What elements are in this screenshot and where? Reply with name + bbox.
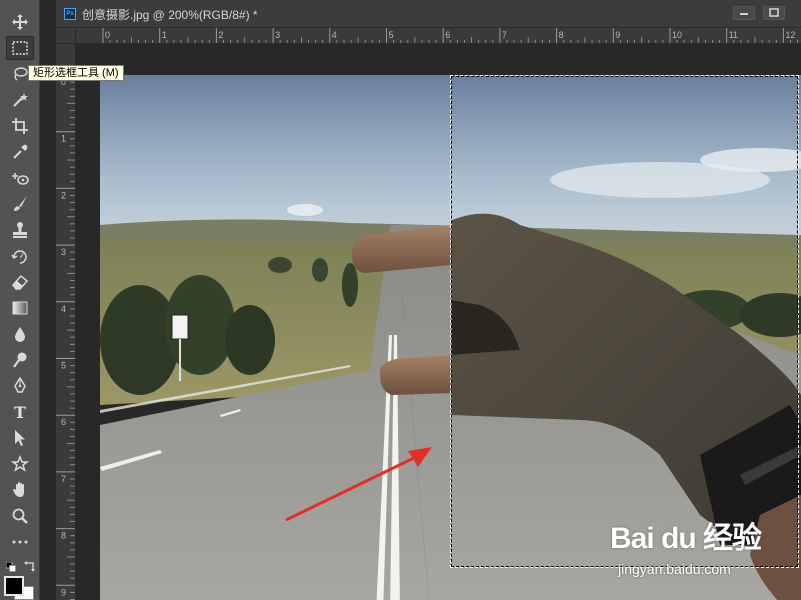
minimize-icon xyxy=(740,13,748,15)
type-icon: T xyxy=(14,402,26,422)
document-tab-bar: Ps 创意摄影.jpg @ 200%(RGB/8#) * xyxy=(56,0,801,28)
ruler-label: 12 xyxy=(785,30,795,40)
tool-tooltip: 矩形选框工具 (M) xyxy=(28,65,124,81)
lasso-icon xyxy=(14,67,28,81)
gradient-icon xyxy=(12,301,28,315)
ruler-label: 10 xyxy=(672,30,682,40)
ruler-label: 9 xyxy=(61,587,66,597)
watermark-logo: Bai du 经验 xyxy=(610,522,762,555)
magic-wand-icon xyxy=(13,93,28,107)
ruler-label: 3 xyxy=(61,247,66,257)
hand-tool[interactable] xyxy=(6,478,34,502)
crop-tool[interactable] xyxy=(6,114,34,138)
ruler-ticks-left: 0123456789 xyxy=(56,74,75,600)
zoom-icon xyxy=(12,508,28,524)
hand-icon xyxy=(13,482,24,497)
photoshop-window: T 矩形选框工具 (M) Ps 创意摄影.jpg @ 200%(RGB/8#) xyxy=(0,0,801,600)
blur-tool[interactable] xyxy=(6,322,34,346)
ruler-label: 7 xyxy=(61,474,66,484)
custom-shape-tool[interactable] xyxy=(6,452,34,476)
eyedropper-tool[interactable] xyxy=(6,140,34,164)
crop-icon xyxy=(12,118,28,134)
ruler-label: 9 xyxy=(615,30,620,40)
clone-stamp-tool[interactable] xyxy=(6,218,34,242)
gradient-tool[interactable] xyxy=(6,296,34,320)
marquee-icon xyxy=(12,41,28,55)
ruler-label: 6 xyxy=(61,417,66,427)
ruler-label: 6 xyxy=(445,30,450,40)
eyedropper-icon xyxy=(13,144,28,159)
ruler-ticks-top: 0 1 2 3 4 5 6 7 8 9 10 11 12 xyxy=(102,28,799,43)
minimize-button[interactable] xyxy=(733,6,755,20)
eraser-tool[interactable] xyxy=(6,270,34,294)
horizontal-ruler[interactable]: 0 1 2 3 4 5 6 7 8 9 10 11 12 xyxy=(76,28,801,44)
move-tool[interactable] xyxy=(6,10,34,34)
foreground-color-swatch[interactable] xyxy=(4,576,24,596)
ruler-label: 0 xyxy=(105,30,110,40)
ruler-label: 1 xyxy=(61,134,66,144)
shape-icon xyxy=(11,455,29,472)
pen-icon xyxy=(14,377,26,393)
stamp-icon xyxy=(13,222,27,238)
dodge-tool[interactable] xyxy=(6,348,34,372)
color-swatches xyxy=(2,560,38,600)
history-brush-icon xyxy=(11,250,27,264)
maximize-icon xyxy=(769,8,779,17)
magic-wand-tool[interactable] xyxy=(6,88,34,112)
tools-panel: T xyxy=(0,0,40,600)
default-colors-icon[interactable] xyxy=(6,562,16,572)
baidu-jingyan-watermark: Bai du 经验 jingyan.baidu.com xyxy=(610,515,800,585)
move-icon xyxy=(12,14,28,30)
eraser-icon xyxy=(12,274,29,290)
ruler-label: 3 xyxy=(275,30,280,40)
ruler-label: 8 xyxy=(61,531,66,541)
type-tool[interactable]: T xyxy=(6,400,34,424)
healing-brush-tool[interactable] xyxy=(6,166,34,190)
ruler-label: 7 xyxy=(502,30,507,40)
ruler-label: 8 xyxy=(559,30,564,40)
ruler-origin[interactable] xyxy=(56,28,76,44)
ruler-label: 4 xyxy=(61,304,66,314)
ruler-label: 1 xyxy=(162,30,167,40)
watermark-url: jingyan.baidu.com xyxy=(618,561,731,577)
zoom-tool[interactable] xyxy=(6,504,34,528)
ruler-label: 2 xyxy=(218,30,223,40)
ruler-label: 11 xyxy=(729,30,738,40)
ellipsis-icon xyxy=(12,540,28,544)
photoshop-file-icon: Ps xyxy=(64,8,76,20)
maximize-button[interactable] xyxy=(763,6,785,20)
arrow-icon xyxy=(15,430,25,446)
vertical-ruler[interactable]: 0123456789 xyxy=(56,44,76,600)
more-tools-button[interactable] xyxy=(8,536,32,548)
ruler-label: 2 xyxy=(61,190,66,200)
ruler-label: 5 xyxy=(61,361,66,371)
ruler-label: 5 xyxy=(389,30,394,40)
rectangular-marquee-tool[interactable] xyxy=(6,36,34,60)
dodge-icon xyxy=(13,352,27,368)
pen-tool[interactable] xyxy=(6,374,34,398)
document-title: 创意摄影.jpg @ 200%(RGB/8#) * xyxy=(82,7,258,22)
blur-icon xyxy=(15,327,25,342)
history-brush-tool[interactable] xyxy=(6,244,34,268)
ruler-label: 4 xyxy=(332,30,337,40)
document-tab[interactable]: Ps 创意摄影.jpg @ 200%(RGB/8#) * xyxy=(56,0,266,28)
brush-tool[interactable] xyxy=(6,192,34,216)
path-selection-tool[interactable] xyxy=(6,426,34,450)
swap-colors-icon[interactable] xyxy=(24,560,36,572)
brush-icon xyxy=(14,196,27,211)
healing-icon xyxy=(12,173,29,185)
